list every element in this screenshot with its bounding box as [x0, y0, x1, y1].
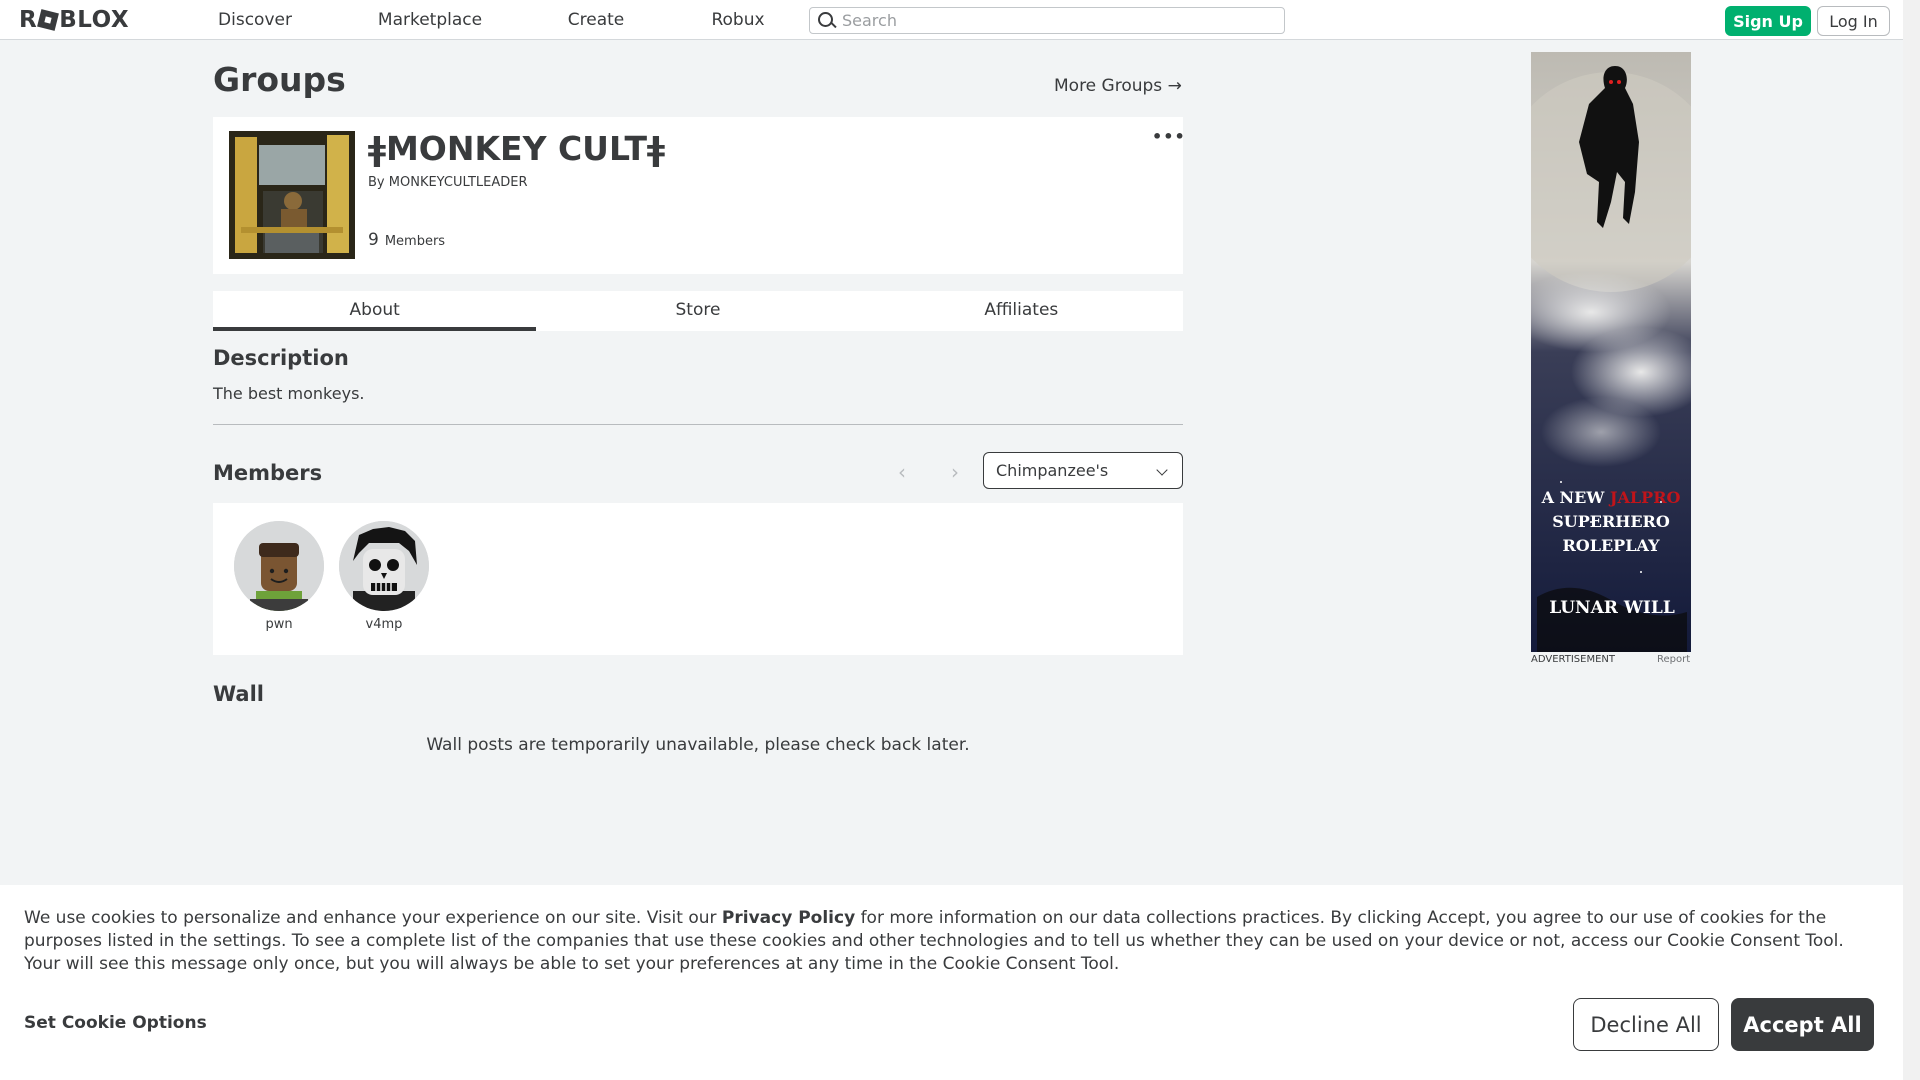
cookie-consent-banner: We use cookies to personalize and enhanc… — [0, 885, 1903, 1080]
ad-brand: LUNAR WILL — [1549, 598, 1675, 618]
decline-all-button[interactable]: Decline All — [1573, 998, 1719, 1051]
group-owner-line: By MONKEYCULTLEADER — [368, 175, 528, 190]
ad-line3: ROLEPLAY — [1562, 536, 1660, 555]
group-owner-link[interactable]: MONKEYCULTLEADER — [389, 175, 528, 190]
nav-discover[interactable]: Discover — [198, 0, 312, 40]
ad-line2: SUPERHERO — [1552, 512, 1670, 531]
tab-about[interactable]: About — [213, 291, 537, 331]
role-dropdown-value: Chimpanzee's — [996, 461, 1109, 480]
member-name: v4mp — [365, 617, 403, 632]
members-prev-page-icon[interactable]: ‹ — [898, 460, 906, 484]
set-cookie-options-link[interactable]: Set Cookie Options — [24, 1013, 207, 1033]
search-box — [809, 7, 1285, 34]
cookie-message: We use cookies to personalize and enhanc… — [24, 907, 1884, 976]
roblox-logo[interactable]: R BLOX — [19, 7, 129, 33]
privacy-policy-link[interactable]: Privacy Policy — [722, 908, 855, 928]
cookie-text-a: We use cookies to personalize and enhanc… — [24, 908, 722, 928]
group-description: The best monkeys. — [213, 384, 365, 403]
search-input[interactable] — [840, 8, 1284, 33]
sign-up-button[interactable]: Sign Up — [1725, 6, 1811, 36]
search-icon[interactable] — [810, 7, 840, 34]
group-header-card: ǂMONKEY CULTǂ By MONKEYCULTLEADER 9 Memb… — [213, 117, 1186, 274]
chevron-down-icon — [1156, 464, 1168, 476]
member-count-label: Members — [384, 234, 446, 249]
log-in-button[interactable]: Log In — [1817, 6, 1890, 36]
group-name: ǂMONKEY CULTǂ — [368, 129, 665, 168]
ad-line1b: JALPRO — [1609, 488, 1681, 507]
ad-headline: A NEW JALPRO SUPERHERO ROLEPLAY — [1531, 486, 1691, 558]
members-next-page-icon[interactable]: › — [951, 460, 959, 484]
avatar — [234, 521, 324, 611]
tab-affiliates[interactable]: Affiliates — [860, 291, 1183, 331]
advertisement-banner[interactable]: A NEW JALPRO SUPERHERO ROLEPLAY LUNAR WI… — [1531, 52, 1691, 652]
member-tile[interactable]: v4mp — [339, 521, 429, 632]
more-options-icon[interactable]: ••• — [1152, 127, 1186, 146]
more-groups-link[interactable]: More Groups → — [1054, 76, 1182, 96]
advertisement-label: ADVERTISEMENT — [1531, 654, 1616, 665]
nav-marketplace[interactable]: Marketplace — [362, 0, 498, 40]
role-dropdown[interactable]: Chimpanzee's — [983, 452, 1183, 489]
section-divider — [213, 424, 1183, 425]
member-count-value: 9 — [368, 230, 379, 250]
group-tabs: About Store Affiliates — [213, 291, 1183, 331]
nav-robux[interactable]: Robux — [694, 0, 782, 40]
ad-report-link[interactable]: Report — [1657, 654, 1690, 665]
page-title: Groups — [213, 60, 346, 99]
avatar — [339, 521, 429, 611]
nav-create[interactable]: Create — [548, 0, 644, 40]
ad-line1a: A NEW — [1541, 488, 1605, 507]
wall-unavailable-message: Wall posts are temporarily unavailable, … — [426, 735, 970, 755]
tab-store[interactable]: Store — [536, 291, 859, 331]
group-member-count: 9 Members — [368, 230, 445, 250]
wall-heading: Wall — [213, 682, 264, 706]
member-tile[interactable]: pwn — [234, 521, 324, 632]
group-owner-prefix: By — [368, 175, 385, 190]
top-navigation-bar: R BLOX Discover Marketplace Create Robux … — [0, 0, 1920, 40]
member-name: pwn — [265, 617, 293, 632]
roblox-logo-icon — [37, 9, 60, 31]
members-heading: Members — [213, 461, 323, 485]
page-scrollbar[interactable] — [1903, 0, 1920, 1080]
description-heading: Description — [213, 346, 349, 370]
group-emblem-image — [229, 131, 355, 259]
accept-all-button[interactable]: Accept All — [1731, 998, 1874, 1051]
members-list: pwn v4mp — [213, 503, 1183, 655]
